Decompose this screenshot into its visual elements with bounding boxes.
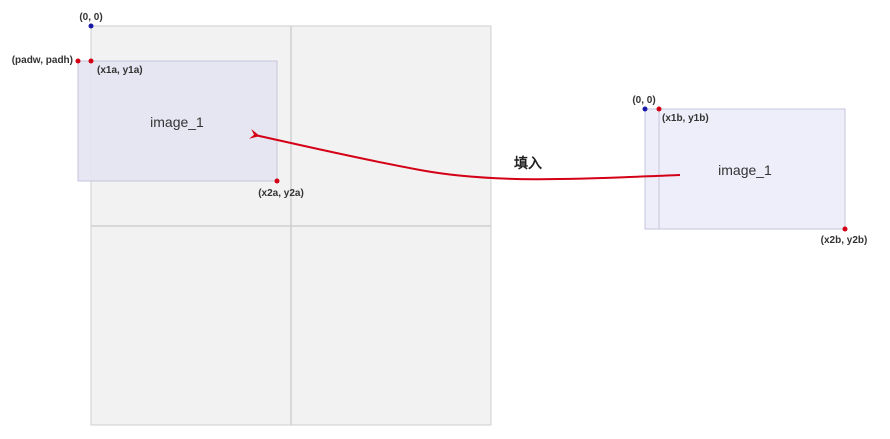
b-bottom-right-dot: [842, 226, 848, 232]
fill-arrow-label: 填入: [514, 155, 542, 172]
b-top-left-dot: [656, 106, 662, 112]
mosaic-diagram: image_1 image_1 填入 (0, 0) (padw, padh) (…: [12, 12, 868, 426]
b-bottom-right-label: (x2b, y2b): [821, 235, 868, 246]
pad-label: (padw, padh): [12, 55, 73, 66]
origin-b-dot: [642, 106, 648, 112]
a-top-left-dot: [88, 58, 94, 64]
b-top-left-label: (x1b, y1b): [662, 113, 709, 124]
origin-a-label: (0, 0): [79, 12, 102, 23]
placed-image-a-label: image_1: [150, 114, 204, 130]
source-image-b: image_1: [644, 108, 846, 230]
a-bottom-right-dot: [274, 178, 280, 184]
placed-image-a: image_1: [77, 60, 278, 182]
origin-b-label: (0, 0): [632, 95, 655, 106]
a-top-left-label: (x1a, y1a): [97, 65, 143, 76]
a-bottom-right-label: (x2a, y2a): [258, 188, 304, 199]
pad-dot: [75, 58, 81, 64]
source-image-b-label: image_1: [718, 162, 772, 178]
origin-a-dot: [88, 23, 94, 29]
